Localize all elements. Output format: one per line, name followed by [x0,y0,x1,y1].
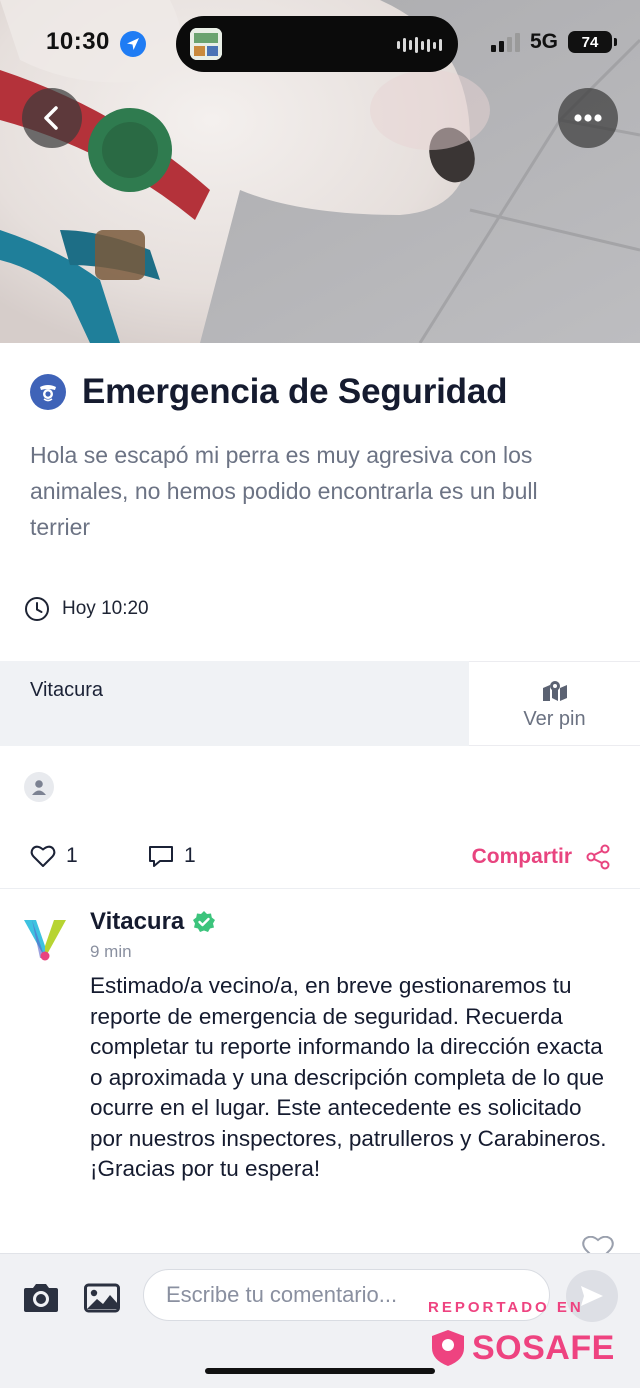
battery-icon: 74 [568,31,617,53]
cellular-signal-icon [490,32,520,52]
heart-icon [30,845,56,867]
post-actions: 1 1 Compartir [0,836,640,882]
camera-icon[interactable] [22,1282,60,1314]
comment-icon [149,846,173,867]
comment-like-icon[interactable] [581,1236,615,1254]
location-name: Vitacura [0,661,469,746]
view-pin-button[interactable]: Ver pin [469,661,640,746]
more-options-button[interactable] [558,88,618,148]
view-pin-label: Ver pin [523,708,586,730]
report-description: Hola se escapó mi perra es muy agresiva … [30,442,538,540]
now-playing-thumbnail [190,28,222,60]
report-time: Hoy 10:20 [62,598,149,619]
map-icon [542,681,567,701]
share-label: Compartir [471,845,572,868]
status-indicators: 5G 74 [490,30,617,54]
divider [0,888,640,889]
comment-time: 9 min [90,942,132,961]
report-title: Emergencia de Seguridad [82,372,508,411]
sosafe-shield-icon [432,1330,464,1366]
report-time-row: Hoy 10:20 [24,596,149,622]
comment-count: 1 [184,844,196,867]
location-bar: Vitacura Ver pin [0,661,640,746]
comment-author: Vitacura [90,908,185,935]
watermark-brand: SOSAFE [472,1328,615,1367]
report-title-row: Emergencia de Seguridad [30,372,507,412]
share-icon [586,844,610,870]
dynamic-island[interactable] [176,16,458,72]
comment-button[interactable]: 1 [148,844,196,868]
gallery-icon[interactable] [84,1282,120,1314]
watermark-caption: REPORTADO EN [428,1299,584,1316]
comment-author-row: Vitacura [90,908,216,936]
like-count: 1 [66,844,78,867]
battery-level: 74 [581,33,599,51]
vitacura-logo-icon [24,920,66,961]
location-arrow-icon [120,31,146,57]
verified-badge-icon [193,911,216,932]
back-button[interactable] [22,88,82,148]
chevron-left-icon [44,106,58,130]
clock-icon [25,597,49,621]
like-button[interactable]: 1 [30,844,78,868]
network-type: 5G [529,30,558,53]
status-time: 10:30 [46,28,110,55]
comment-body: Estimado/a vecino/a, en breve gestionare… [90,973,607,1181]
police-badge-icon [30,374,66,410]
share-button[interactable]: Compartir [472,844,610,870]
reporter-avatar[interactable] [24,772,54,802]
home-indicator[interactable] [205,1368,435,1374]
user-icon [32,780,46,795]
sosafe-watermark: SOSAFE [428,1328,615,1368]
audio-wave-icon [397,37,442,53]
ellipsis-icon [574,114,602,122]
